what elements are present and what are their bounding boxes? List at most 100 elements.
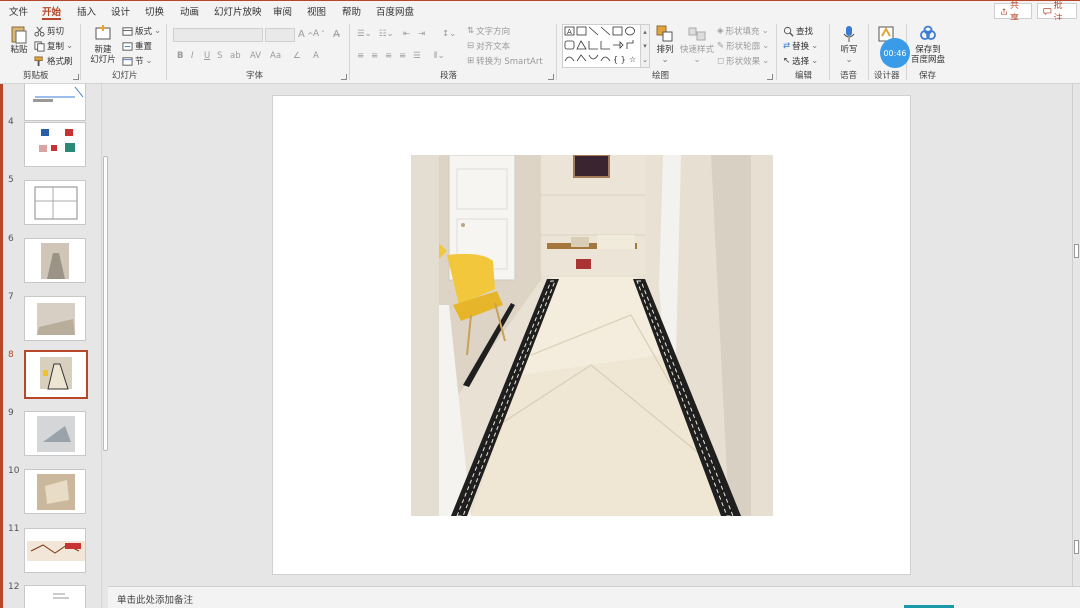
replace-button[interactable]: ⇄ 替换 ⌄	[783, 40, 818, 52]
change-case-button[interactable]: Aa	[270, 51, 281, 61]
cloud-icon	[920, 25, 936, 40]
editor-scrollbar[interactable]	[1072, 84, 1080, 586]
thumb-hallway-photo	[37, 303, 75, 335]
highlight-color-button[interactable]: ∠	[293, 51, 301, 61]
share-button[interactable]: 共享	[994, 1, 1032, 24]
scrollbar-thumb[interactable]	[1074, 244, 1079, 258]
arrange-button[interactable]: 排列 ⌄	[654, 24, 676, 65]
font-size-input[interactable]	[265, 28, 295, 42]
decrease-indent-button[interactable]: ⇤	[403, 29, 410, 39]
tab-baidu-netdisk[interactable]: 百度网盘	[376, 4, 414, 20]
underline-button[interactable]: U	[204, 51, 210, 61]
paste-button[interactable]: 粘贴	[6, 24, 32, 55]
tab-transitions[interactable]: 切换	[145, 4, 164, 20]
align-center-button[interactable]: ≡	[371, 51, 378, 61]
font-dialog-launcher[interactable]	[341, 74, 347, 80]
slide-thumbnail[interactable]	[24, 180, 86, 225]
layout-icon	[122, 26, 133, 36]
shape-fill-button[interactable]: ◈ 形状填充 ⌄	[717, 25, 769, 37]
tab-home[interactable]: 开始	[42, 4, 62, 20]
shape-fill-label: 形状填充	[725, 27, 760, 37]
save-to-netdisk-button[interactable]: 保存到 百度网盘	[910, 24, 946, 65]
drawing-dialog-launcher[interactable]	[767, 74, 773, 80]
slide-canvas[interactable]	[272, 95, 911, 575]
shapes-gallery-scroll[interactable]: ▴ ▾ ⌄	[640, 24, 650, 68]
slide-thumbnail[interactable]	[24, 528, 86, 573]
tab-animations[interactable]: 动画	[180, 4, 199, 20]
dictate-button[interactable]: 听写 ⌄	[836, 24, 862, 65]
format-painter-button[interactable]: 格式刷	[34, 55, 73, 67]
tab-design[interactable]: 设计	[111, 4, 130, 20]
slide-thumbnail[interactable]	[24, 122, 86, 167]
thumb-room-photo	[41, 243, 69, 279]
thumbnail-pane-scrollbar[interactable]	[101, 84, 108, 608]
replace-icon: ⇄	[783, 41, 791, 51]
font-name-input[interactable]	[173, 28, 263, 42]
quick-styles-button[interactable]: 快速样式 ⌄	[680, 24, 714, 65]
cut-label: 剪切	[47, 27, 65, 37]
increase-font-size-button[interactable]: A ^	[298, 29, 314, 40]
notes-pane[interactable]: 单击此处添加备注	[108, 586, 1080, 608]
tab-file[interactable]: 文件	[9, 4, 28, 20]
tab-view[interactable]: 视图	[307, 4, 326, 20]
clipboard-dialog-launcher[interactable]	[73, 74, 79, 80]
columns-button[interactable]: ⫴⌄	[434, 51, 445, 61]
new-slide-button[interactable]: 新建 幻灯片	[86, 24, 120, 65]
select-button[interactable]: ↖ 选择 ⌄	[783, 55, 818, 67]
slide-thumbnail[interactable]	[24, 296, 86, 341]
layout-button[interactable]: 版式 ⌄	[122, 25, 161, 37]
tab-insert[interactable]: 插入	[77, 4, 96, 20]
copy-button[interactable]: 复制 ⌄	[34, 40, 73, 52]
save-label-2: 百度网盘	[910, 55, 945, 65]
paste-icon	[11, 26, 27, 44]
scissors-icon	[34, 26, 45, 37]
slide-thumbnail[interactable]	[24, 469, 86, 514]
copy-dropdown-icon[interactable]: ⌄	[66, 41, 73, 51]
cut-button[interactable]: 剪切	[34, 25, 64, 37]
tab-review[interactable]: 审阅	[273, 4, 292, 20]
section-button[interactable]: 节 ⌄	[122, 55, 153, 67]
comments-button[interactable]: 批注	[1037, 1, 1077, 24]
slide-thumbnail[interactable]	[24, 585, 86, 608]
increase-indent-button[interactable]: ⇥	[418, 29, 425, 39]
notes-placeholder[interactable]: 单击此处添加备注	[117, 592, 193, 606]
reset-label: 重置	[135, 42, 153, 52]
slide-thumbnail[interactable]	[24, 84, 86, 121]
decrease-font-size-button[interactable]: Aˇ	[313, 29, 325, 39]
reset-button[interactable]: 重置	[122, 40, 152, 52]
strikethrough-button[interactable]: S	[217, 51, 222, 61]
tab-help[interactable]: 帮助	[342, 4, 361, 20]
scrollbar-marker[interactable]	[1074, 540, 1079, 554]
font-color-button[interactable]: A	[313, 51, 319, 61]
text-shadow-button[interactable]: ab	[230, 51, 241, 61]
align-text-button[interactable]: ⊟ 对齐文本	[467, 40, 510, 52]
shapes-gallery[interactable]: A { } ☆	[562, 24, 650, 68]
slide-thumbnail[interactable]	[24, 411, 86, 456]
text-direction-button[interactable]: ⇅ 文字方向	[467, 25, 510, 37]
new-slide-label-2: 幻灯片	[90, 55, 116, 65]
bullets-button[interactable]: ☰⌄	[357, 29, 372, 39]
find-button[interactable]: 查找	[783, 25, 813, 37]
slide-thumbnail-active[interactable]	[24, 350, 88, 399]
italic-button[interactable]: I	[191, 51, 194, 61]
character-spacing-button[interactable]: AV	[250, 51, 261, 61]
slide-thumbnail[interactable]	[24, 238, 86, 283]
text-direction-label: 文字方向	[476, 27, 511, 37]
clear-formatting-button[interactable]: A̶	[333, 29, 340, 40]
line-spacing-button[interactable]: ↕⌄	[442, 29, 456, 39]
distributed-button[interactable]: ☰	[413, 51, 421, 61]
svg-text:☆: ☆	[629, 55, 636, 64]
paragraph-dialog-launcher[interactable]	[548, 74, 554, 80]
bold-button[interactable]: B	[177, 51, 183, 61]
align-right-button[interactable]: ≡	[385, 51, 392, 61]
shape-outline-button[interactable]: ✎ 形状轮廓 ⌄	[717, 40, 769, 52]
tab-slideshow[interactable]: 幻灯片放映	[214, 4, 262, 20]
shape-effects-button[interactable]: ◻ 形状效果 ⌄	[717, 55, 769, 67]
justify-button[interactable]: ≡	[399, 51, 406, 61]
convert-smartart-button[interactable]: ⊞ 转换为 SmartArt	[467, 55, 543, 67]
slide-number: 11	[8, 524, 20, 534]
numbering-button[interactable]: ☷⌄	[379, 29, 394, 39]
align-left-button[interactable]: ≡	[357, 51, 364, 61]
entryway-photo[interactable]	[411, 155, 773, 516]
slide-number: 5	[8, 175, 14, 185]
